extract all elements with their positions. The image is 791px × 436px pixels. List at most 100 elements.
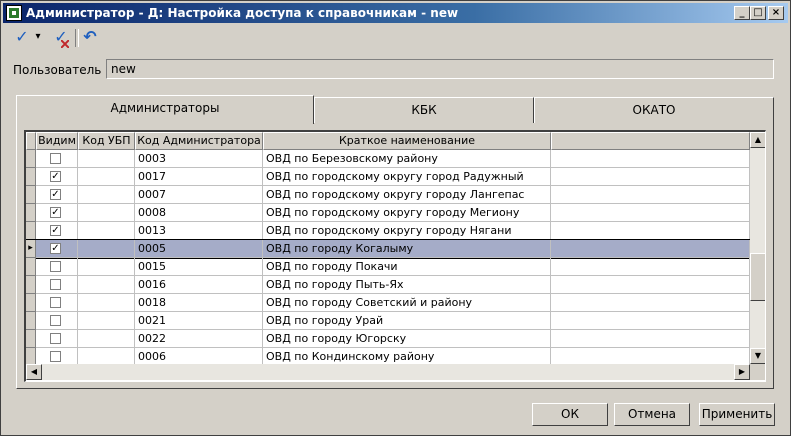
admin-code-cell[interactable]: 0013 [135,222,263,240]
checkbox-checked[interactable]: ✓ [50,225,61,236]
short-name-cell[interactable]: ОВД по Березовскому району [263,150,551,168]
ubp-cell[interactable] [78,312,135,330]
ubp-cell[interactable] [78,240,135,258]
checkbox-unchecked[interactable] [50,279,61,290]
horizontal-scrollbar[interactable]: ◀ ▶ [26,364,750,380]
scroll-up-button[interactable]: ▲ [750,132,765,148]
maximize-button[interactable]: □ [750,6,766,20]
row-indicator[interactable] [26,312,36,330]
ubp-cell[interactable] [78,294,135,312]
tab-kbk[interactable]: КБК [314,97,534,123]
ok-button[interactable]: ОК [532,403,608,426]
scroll-left-button[interactable]: ◀ [26,364,42,380]
tab-okato[interactable]: ОКАТО [534,97,774,123]
table-row[interactable]: 0016 ОВД по городу Пыть-Ях [26,276,750,294]
short-name-cell[interactable]: ОВД по городу Пыть-Ях [263,276,551,294]
checkbox-unchecked[interactable] [50,261,61,272]
ubp-cell[interactable] [78,204,135,222]
minimize-button[interactable]: _ [734,6,750,20]
row-indicator[interactable] [26,330,36,348]
row-indicator[interactable] [26,258,36,276]
table-row[interactable]: ✓ 0017 ОВД по городскому округу город Раду… [26,168,750,186]
table-row[interactable]: 0022 ОВД по городу Югорску [26,330,750,348]
short-name-cell[interactable]: ОВД по городскому округу город Радужный [263,168,551,186]
checkbox-checked[interactable]: ✓ [50,243,61,254]
checkbox-unchecked[interactable] [50,333,61,344]
row-indicator[interactable]: ▸ [26,240,36,258]
user-field[interactable]: new [106,59,774,79]
row-indicator[interactable] [26,150,36,168]
visible-cell[interactable] [36,276,78,294]
undo-icon[interactable]: ↶ [81,27,99,47]
admin-code-cell[interactable]: 0018 [135,294,263,312]
visible-cell[interactable] [36,150,78,168]
scroll-right-button[interactable]: ▶ [734,364,750,380]
table-row[interactable]: 0021 ОВД по городу Урай [26,312,750,330]
checkbox-unchecked[interactable] [50,315,61,326]
column-header-short-name[interactable]: Краткое наименование [263,132,551,150]
visible-cell[interactable] [36,258,78,276]
visible-cell[interactable]: ✓ [36,222,78,240]
short-name-cell[interactable]: ОВД по городу Урай [263,312,551,330]
admin-code-cell[interactable]: 0005 [135,240,263,258]
admin-code-cell[interactable]: 0022 [135,330,263,348]
admin-code-cell[interactable]: 0015 [135,258,263,276]
close-button[interactable]: × [768,6,784,20]
short-name-cell[interactable]: ОВД по городскому округу городу Лангепас [263,186,551,204]
admin-code-cell[interactable]: 0021 [135,312,263,330]
dropdown-arrow-icon[interactable]: ▾ [33,27,43,47]
apply-check-icon[interactable]: ✓ [13,27,31,47]
visible-cell[interactable] [36,312,78,330]
visible-cell[interactable]: ✓ [36,204,78,222]
ubp-cell[interactable] [78,258,135,276]
short-name-cell[interactable]: ОВД по городскому округу городу Нягани [263,222,551,240]
visible-cell[interactable] [36,294,78,312]
vertical-scrollbar[interactable]: ▲ ▼ [750,132,765,364]
table-row[interactable]: ▸ ✓ 0005 ОВД по городу Когалыму [26,239,751,259]
ubp-cell[interactable] [78,222,135,240]
visible-cell[interactable]: ✓ [36,168,78,186]
checkbox-checked[interactable]: ✓ [50,207,61,218]
row-indicator[interactable] [26,168,36,186]
scroll-thumb[interactable] [750,253,765,301]
scroll-down-button[interactable]: ▼ [750,348,765,364]
admin-code-cell[interactable]: 0007 [135,186,263,204]
row-indicator[interactable] [26,294,36,312]
short-name-cell[interactable]: ОВД по городу Югорску [263,330,551,348]
table-row[interactable]: 0015 ОВД по городу Покачи [26,258,750,276]
visible-cell[interactable] [36,330,78,348]
checkbox-unchecked[interactable] [50,351,61,362]
admin-code-cell[interactable]: 0016 [135,276,263,294]
row-indicator[interactable] [26,222,36,240]
checkbox-checked[interactable]: ✓ [50,171,61,182]
cancel-button[interactable]: Отмена [614,403,690,426]
column-header-admin-code[interactable]: Код Администратора [135,132,263,150]
ubp-cell[interactable] [78,276,135,294]
checkbox-unchecked[interactable] [50,153,61,164]
admin-code-cell[interactable]: 0003 [135,150,263,168]
table-row[interactable]: 0018 ОВД по городу Советский и району [26,294,750,312]
clear-check-icon[interactable]: ✓ [51,27,71,49]
visible-cell[interactable]: ✓ [36,240,78,258]
short-name-cell[interactable]: ОВД по городу Когалыму [263,240,551,258]
ubp-cell[interactable] [78,168,135,186]
checkbox-unchecked[interactable] [50,297,61,308]
checkbox-checked[interactable]: ✓ [50,189,61,200]
row-indicator[interactable] [26,204,36,222]
table-row[interactable]: ✓ 0008 ОВД по городскому округу городу Мег… [26,204,750,222]
short-name-cell[interactable]: ОВД по городскому округу городу Мегиону [263,204,551,222]
table-row[interactable]: 0003 ОВД по Березовскому району [26,150,750,168]
short-name-cell[interactable]: ОВД по городу Покачи [263,258,551,276]
admin-code-cell[interactable]: 0017 [135,168,263,186]
column-header-visible[interactable]: Видим [36,132,78,150]
column-header-ubp[interactable]: Код УБП [78,132,135,150]
data-grid[interactable]: Видим Код УБП Код Администратора Краткое… [24,130,766,382]
ubp-cell[interactable] [78,150,135,168]
table-row[interactable]: ✓ 0013 ОВД по городскому округу городу Няг… [26,222,750,240]
tab-administrators[interactable]: Администраторы [16,95,314,124]
short-name-cell[interactable]: ОВД по городу Советский и району [263,294,551,312]
apply-button[interactable]: Применить [699,403,775,426]
ubp-cell[interactable] [78,330,135,348]
ubp-cell[interactable] [78,186,135,204]
table-row[interactable]: ✓ 0007 ОВД по городскому округу городу Лан… [26,186,750,204]
